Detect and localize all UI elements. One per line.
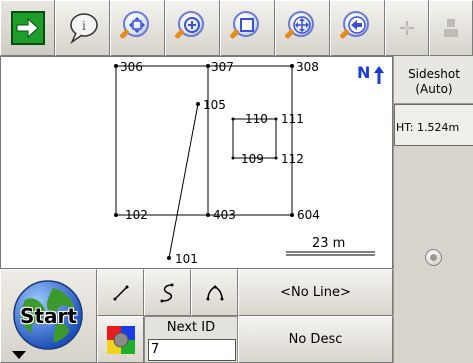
north-arrow: N [357,65,385,85]
zoom-previous-icon [338,11,375,45]
north-label: N [357,63,371,82]
next-id-value: 7 [151,342,160,357]
start-button[interactable]: Start [0,269,97,363]
scale-label: 23 m [312,236,346,251]
shot-mode-label: Sideshot [408,67,460,81]
straight-line-icon [113,285,128,300]
point-label[interactable]: 111 [281,113,304,125]
map-canvas[interactable]: 306 307 308 105 110 111 109 112 102 403 … [0,56,393,269]
svg-text:i: i [82,19,86,33]
arc-icon [206,285,223,300]
north-arrow-icon [374,66,385,84]
spline-curve-icon [160,283,173,302]
start-label: Start [20,304,77,328]
layer-color-button[interactable] [97,316,144,363]
info-balloon-icon: i [69,13,98,45]
zoom-previous-button[interactable] [330,0,385,56]
line-select-button[interactable]: <No Line> [238,269,393,316]
disabled-tool-button-2[interactable] [429,0,473,56]
zoom-in-button[interactable] [165,0,220,56]
pan-icon [283,11,320,45]
zoom-extents-button[interactable] [110,0,165,56]
disabled-tool-button[interactable] [385,0,429,56]
description-button[interactable]: No Desc [238,316,393,363]
tool-disabled-icon-2 [444,19,458,37]
shot-mode-panel[interactable]: Sideshot (Auto) [394,56,473,104]
point-label[interactable]: 403 [213,209,236,221]
point-label[interactable]: 306 [120,61,143,73]
dropdown-arrow-icon [12,351,26,359]
pan-button[interactable] [275,0,330,56]
point-label[interactable]: 604 [297,209,320,221]
side-panel: Sideshot (Auto) HT: 1.524m [393,56,473,363]
description-label: No Desc [288,332,343,347]
exit-arrow-icon [10,11,45,45]
point-label[interactable]: 112 [281,153,304,165]
line-tool-button[interactable] [97,269,144,316]
line-select-label: <No Line> [280,285,351,300]
zoom-extents-icon [118,11,155,45]
point-label[interactable]: 308 [296,61,319,73]
target-height-label: HT: 1.524m [396,121,460,134]
shot-mode-sublabel: (Auto) [415,82,453,96]
point-label[interactable]: 307 [211,61,234,73]
point-label[interactable]: 102 [125,209,148,221]
zoom-window-button[interactable] [220,0,275,56]
curve-tool-button[interactable] [144,269,191,316]
point-label[interactable]: 110 [245,113,268,125]
next-id-label: Next ID [166,320,216,335]
arc-tool-button[interactable] [191,269,238,316]
radio-dot-icon [430,254,437,261]
info-button[interactable]: i [55,0,110,56]
exit-button[interactable] [0,0,55,56]
zoom-window-icon [228,11,265,45]
point-label[interactable]: 101 [175,253,198,265]
layer-color-icon [106,325,135,354]
zoom-in-icon [173,11,210,45]
next-id-field[interactable]: 7 [148,339,236,361]
shot-radio-button[interactable] [425,249,442,266]
point-label[interactable]: 109 [241,153,264,165]
target-height-button[interactable]: HT: 1.524m [394,104,473,146]
next-id-panel: Next ID 7 [144,316,238,363]
point-label[interactable]: 105 [203,99,226,111]
tool-disabled-icon [400,21,414,35]
